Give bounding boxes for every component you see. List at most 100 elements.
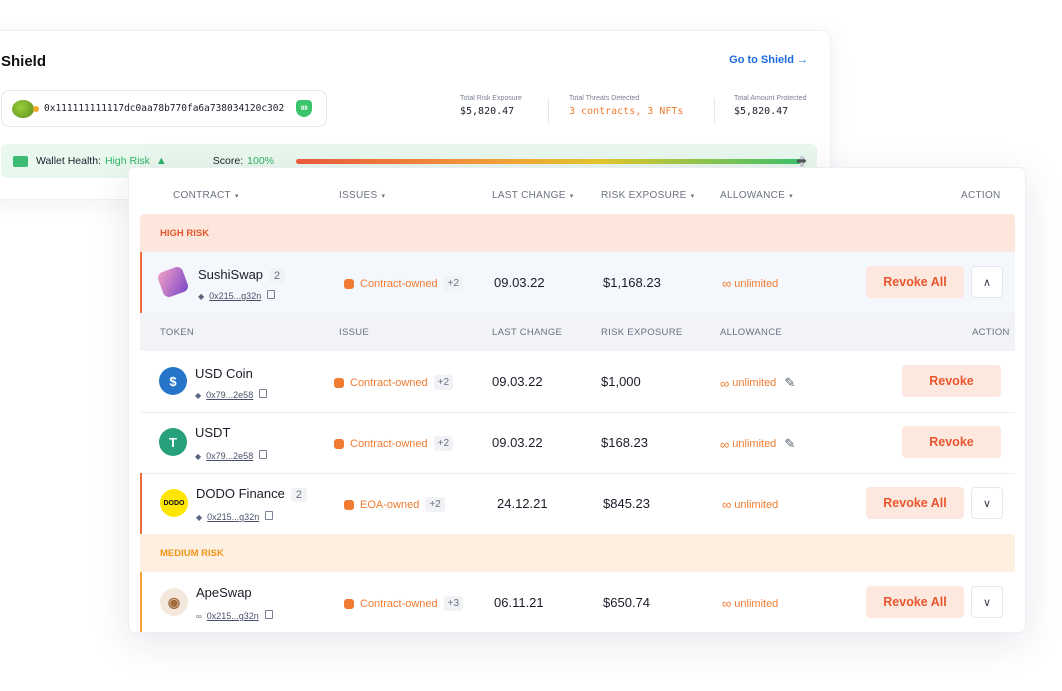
- chevron-down-icon[interactable]: ∨: [971, 487, 1003, 519]
- usdc-logo-icon: $: [159, 367, 187, 395]
- contract-count-badge: 2: [269, 269, 286, 283]
- col-header-allowance[interactable]: ALLOWANCE ▾: [720, 190, 793, 201]
- wallet-selector[interactable]: 0x111111111117dc0aa78b770fa6a738034120c3…: [1, 90, 327, 127]
- infinity-icon: ∞: [720, 375, 730, 391]
- bug-icon: [334, 377, 344, 388]
- subheader-risk-exposure: RISK EXPOSURE: [601, 327, 683, 338]
- bug-icon: [334, 438, 344, 449]
- copy-icon[interactable]: [264, 610, 273, 620]
- copy-icon[interactable]: [259, 389, 268, 399]
- allowance-value: unlimited: [734, 277, 779, 290]
- table-row-usdt: T USDT ◆ 0x79...2e58 Contract-owned +2 09.…: [140, 412, 1015, 473]
- risk-exposure: $845.23: [603, 496, 650, 511]
- infinity-icon: ∞: [722, 596, 732, 611]
- contract-name: SushiSwap: [198, 267, 264, 282]
- chevron-down-icon[interactable]: ∨: [971, 586, 1003, 618]
- issue-cell: Contract-owned +2: [334, 375, 454, 390]
- health-label: Wallet Health:: [36, 155, 101, 167]
- score-label: Score:: [212, 155, 244, 167]
- issue-label: Contract-owned: [350, 437, 428, 450]
- stat-label: Total Amount Protected: [734, 95, 807, 102]
- issue-cell: Contract-owned +3: [344, 596, 464, 611]
- revoke-all-button[interactable]: Revoke All: [866, 266, 964, 298]
- allowance-value: unlimited: [732, 438, 777, 450]
- wallet-address: 0x111111111117dc0aa78b770fa6a738034120c3…: [44, 103, 285, 114]
- last-change: 09.03.22: [494, 275, 545, 290]
- copy-icon[interactable]: [259, 450, 268, 460]
- contract-address[interactable]: 0x215...g32n: [209, 291, 261, 301]
- go-to-shield-link[interactable]: Go to Shield →: [729, 54, 808, 66]
- subheader-issue: ISSUE: [339, 327, 370, 338]
- issue-cell: Contract-owned +2: [334, 436, 454, 451]
- health-value: High Risk: [104, 155, 150, 167]
- total-risk-exposure: Total Risk Exposure $5,820.47: [460, 95, 522, 117]
- infinity-icon: ∞: [722, 276, 732, 291]
- issue-more-badge[interactable]: +2: [425, 497, 445, 512]
- table-row-apeswap[interactable]: ◉ ApeSwap ∞ 0x215...g32n Contract-owned +3…: [140, 572, 1015, 632]
- risk-exposure: $1,168.23: [603, 275, 661, 290]
- token-address[interactable]: 0x79...2e58: [206, 451, 253, 461]
- issue-more-badge[interactable]: +2: [433, 375, 454, 390]
- contract-address[interactable]: 0x215...g32n: [207, 611, 259, 621]
- allowance-cell: ∞ unlimited ✎: [720, 436, 795, 452]
- token-name: USDT: [195, 425, 231, 440]
- col-header-contract[interactable]: CONTRACT ▾: [173, 190, 239, 201]
- table-row-dodo-finance[interactable]: DODO DODO Finance 2 ◆ 0x215...g32n EOA-own…: [140, 473, 1015, 534]
- last-change: 09.03.22: [492, 374, 543, 389]
- copy-icon[interactable]: [267, 290, 276, 300]
- token-name: USD Coin: [195, 366, 253, 381]
- bug-icon: [344, 278, 354, 289]
- ethereum-icon: ◆: [195, 391, 202, 400]
- divider: [714, 98, 715, 124]
- revoke-button[interactable]: Revoke: [902, 365, 1001, 397]
- issue-label: Contract-owned: [360, 277, 438, 290]
- token-address[interactable]: 0x79...2e58: [206, 390, 253, 400]
- infinity-icon: ∞: [722, 497, 732, 512]
- chevron-up-icon[interactable]: ∧: [971, 266, 1003, 298]
- allowance-value: unlimited: [732, 377, 777, 389]
- score-value: 100%: [247, 155, 275, 167]
- token-subheader: TOKEN ISSUE LAST CHANGE RISK EXPOSURE AL…: [140, 313, 1015, 351]
- col-header-issues[interactable]: ISSUES ▾: [339, 190, 385, 201]
- issue-label: Contract-owned: [350, 376, 428, 389]
- shield-icon: 99: [296, 100, 313, 117]
- issue-more-badge[interactable]: +2: [443, 276, 464, 291]
- contract-address[interactable]: 0x215...g32n: [207, 512, 259, 522]
- ethereum-icon: ◆: [196, 513, 203, 522]
- revoke-button[interactable]: Revoke: [902, 426, 1001, 458]
- ethereum-icon: ◆: [195, 452, 202, 461]
- pencil-icon[interactable]: ✎: [784, 436, 795, 452]
- dodo-logo-icon: DODO: [160, 489, 188, 517]
- stat-label: Total Threats Detected: [569, 95, 640, 102]
- issue-cell: EOA-owned +2: [344, 497, 445, 512]
- issue-cell: Contract-owned +2: [344, 276, 464, 291]
- avatar: [12, 99, 39, 118]
- allowance-value: unlimited: [734, 498, 779, 511]
- contract-name: DODO Finance: [196, 486, 285, 501]
- copy-icon[interactable]: [265, 511, 274, 521]
- last-change: 24.12.21: [497, 496, 548, 511]
- col-header-risk-exposure[interactable]: RISK EXPOSURE ▾: [601, 190, 694, 201]
- table-row-sushiswap[interactable]: SushiSwap 2 ◆ 0x215...g32n Contract-owned +…: [140, 252, 1015, 313]
- revoke-all-button[interactable]: Revoke All: [866, 586, 964, 618]
- divider: [548, 98, 549, 124]
- issue-label: EOA-owned: [360, 498, 420, 511]
- issue-more-badge[interactable]: +2: [433, 436, 454, 451]
- pencil-icon[interactable]: ✎: [784, 375, 795, 391]
- allowance-cell: ∞ unlimited: [722, 596, 778, 611]
- stat-value: $5,820.47: [460, 106, 515, 117]
- ethereum-icon: ◆: [198, 292, 205, 301]
- medium-risk-band: MEDIUM RISK: [140, 534, 1015, 572]
- high-risk-band: HIGH RISK: [140, 214, 1015, 252]
- stat-label: Total Risk Exposure: [460, 95, 522, 102]
- issue-more-badge[interactable]: +3: [443, 596, 464, 611]
- revoke-all-button[interactable]: Revoke All: [866, 487, 964, 519]
- bug-icon: [344, 598, 354, 609]
- contracts-table-panel: CONTRACT ▾ ISSUES ▾ LAST CHANGE ▾ RISK EXPO…: [128, 167, 1026, 633]
- total-amount-protected: Total Amount Protected $5,820.47: [734, 95, 806, 117]
- col-header-last-change[interactable]: LAST CHANGE ▾: [492, 190, 574, 201]
- score-progress-bar: [296, 159, 804, 164]
- link-icon: ∞: [196, 612, 202, 621]
- contract-count-badge: 2: [290, 488, 307, 502]
- infinity-icon: ∞: [720, 436, 730, 452]
